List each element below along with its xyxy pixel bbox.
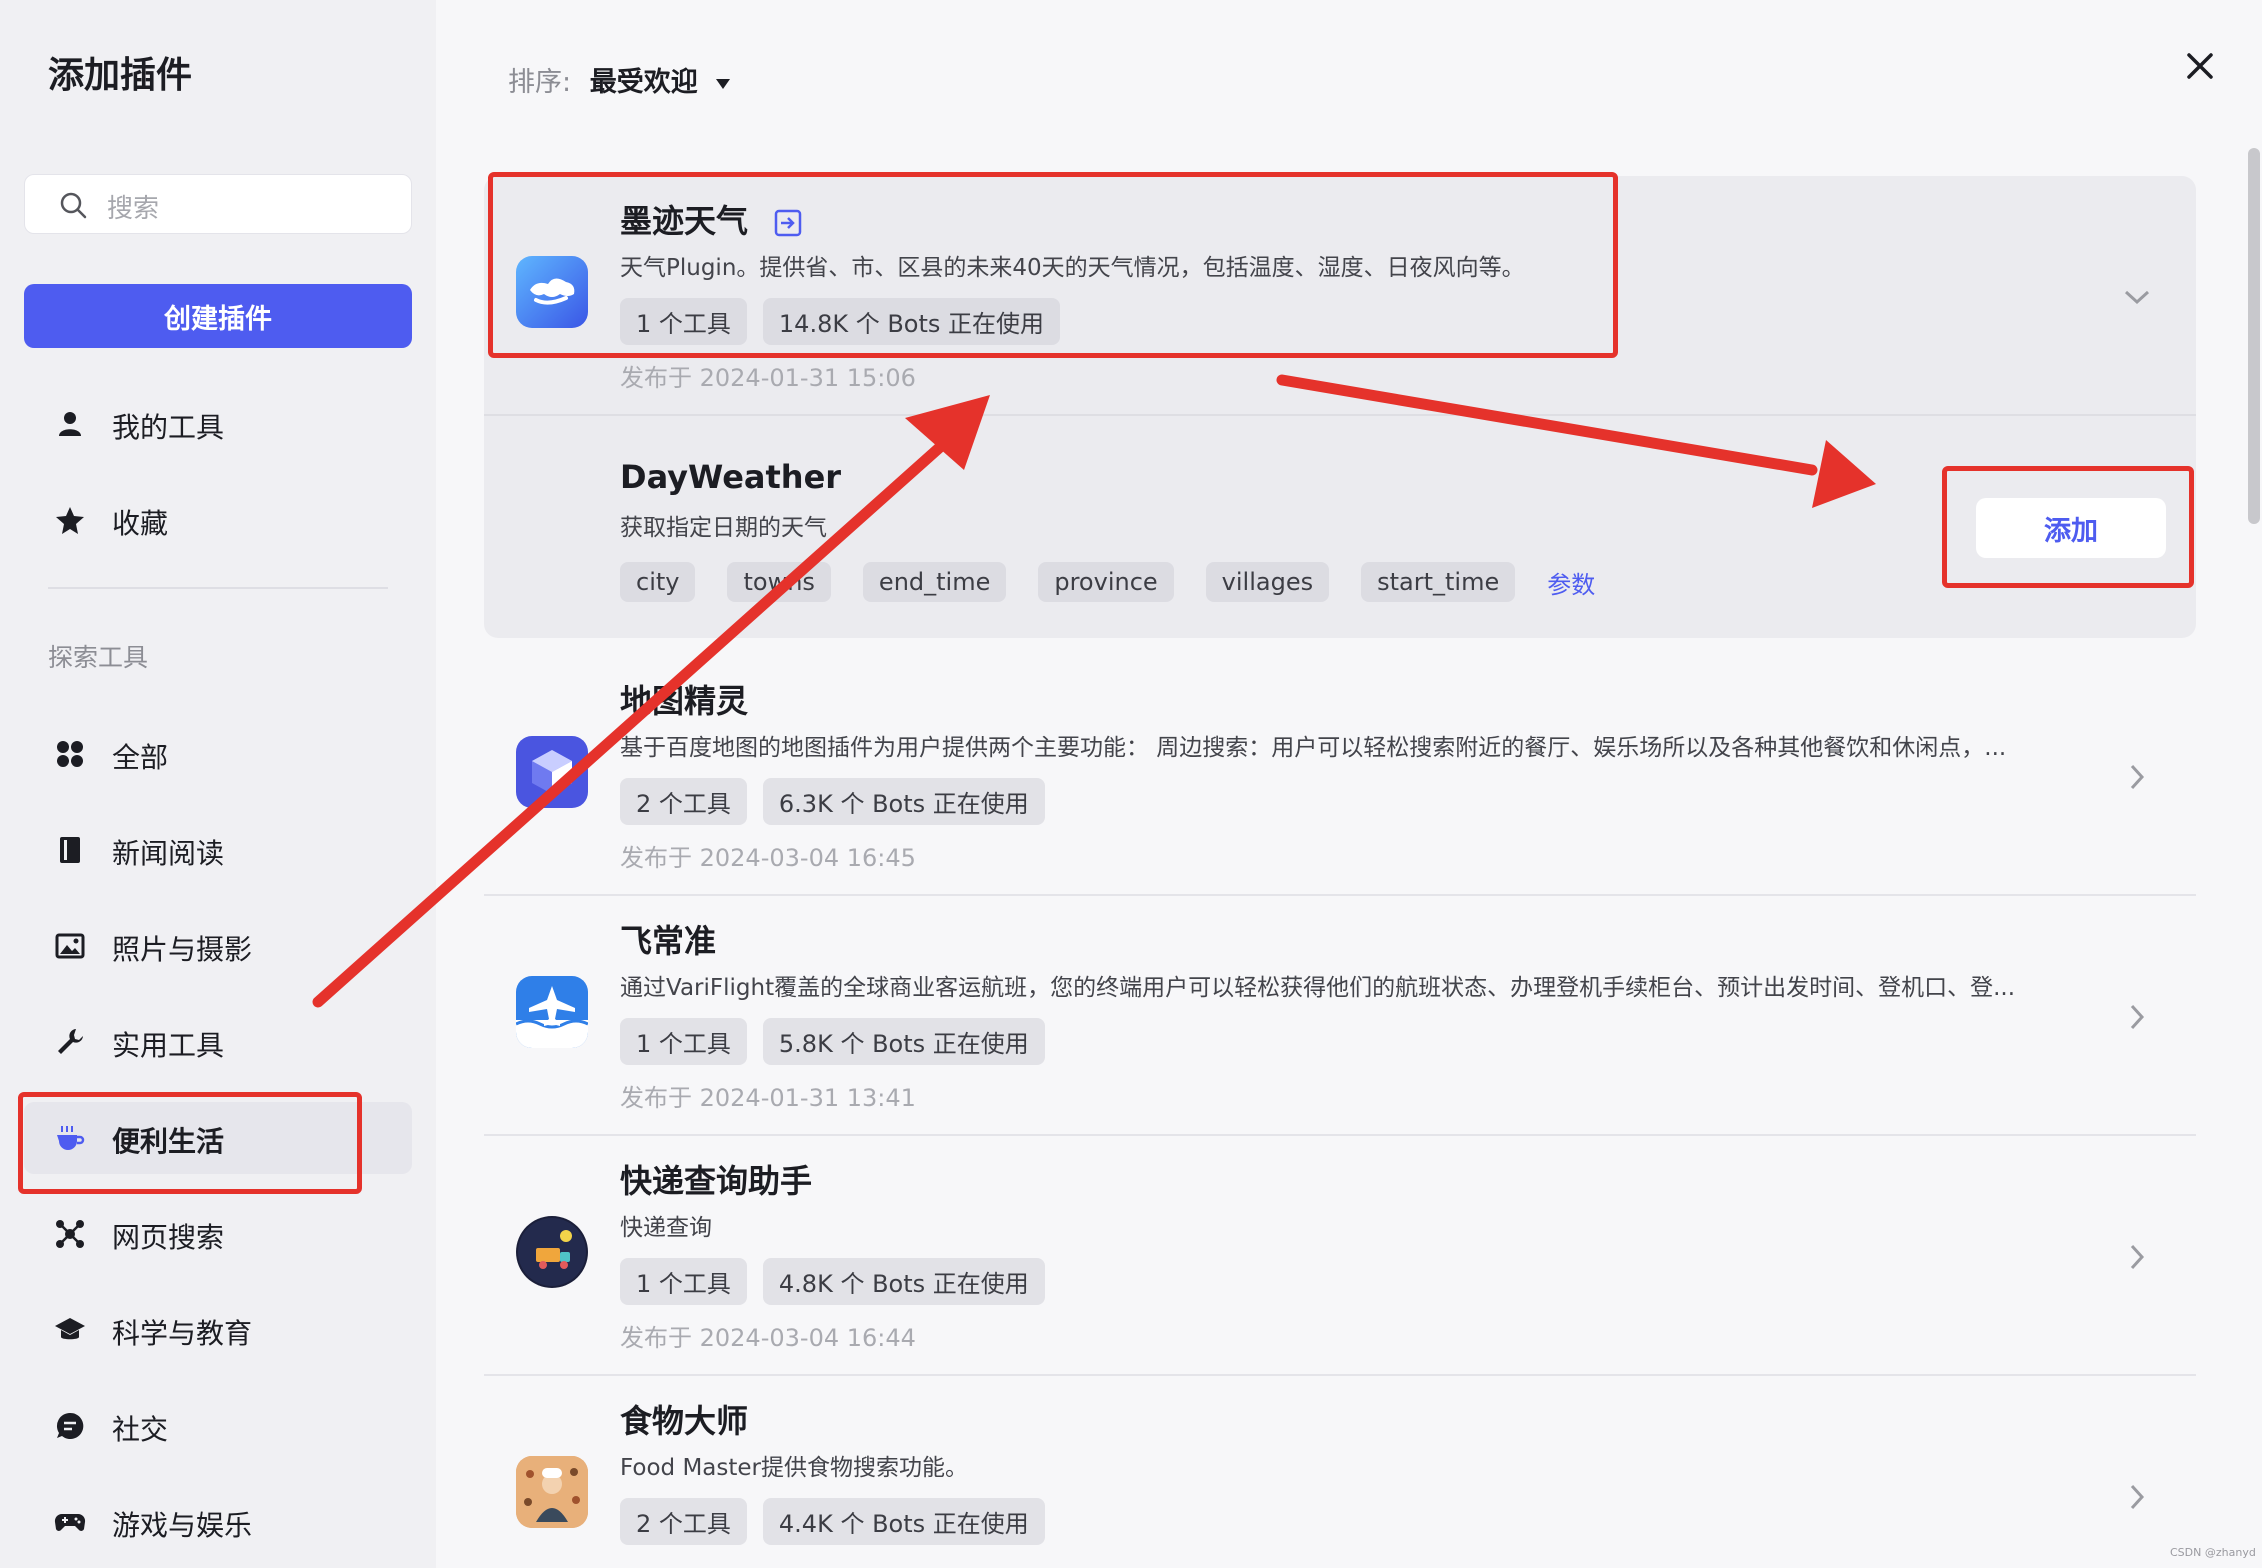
- watermark: CSDN @zhanyd: [2170, 1546, 2256, 1559]
- annotation-arrows: [312, 374, 1876, 1008]
- annotation-arrowhead: [1812, 440, 1876, 508]
- annotation-arrowhead: [905, 395, 990, 470]
- annotation-arrow-right: [1276, 374, 1818, 476]
- annotation-arrow-up: [312, 434, 954, 1008]
